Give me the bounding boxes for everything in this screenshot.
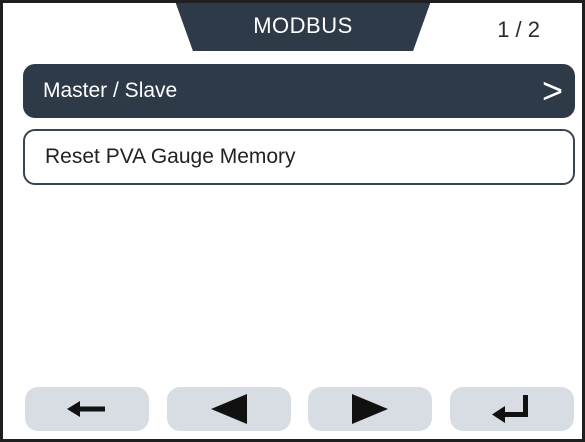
page-indicator: 1 / 2 [497,17,540,42]
menu-item-label: Master / Slave [43,79,178,102]
next-triangle-icon [352,394,388,424]
enter-button[interactable] [450,387,574,431]
previous-triangle-icon [211,394,247,424]
previous-button[interactable] [167,387,291,431]
menu-item-label: Reset PVA Gauge Memory [45,145,296,168]
chevron-right-icon: > [541,70,563,111]
menu-item-reset-pva-gauge-memory[interactable]: Reset PVA Gauge Memory [23,129,575,185]
back-arrow-icon [67,401,105,417]
back-button[interactable] [25,387,149,431]
next-button[interactable] [308,387,432,431]
modbus-screen: MODBUS 1 / 2 Master / Slave > Reset PVA … [0,0,585,442]
header-title-tab: MODBUS [175,3,431,51]
menu-item-master-slave[interactable]: Master / Slave > [23,64,575,118]
page-title: MODBUS [253,13,353,38]
enter-return-icon [492,395,528,423]
